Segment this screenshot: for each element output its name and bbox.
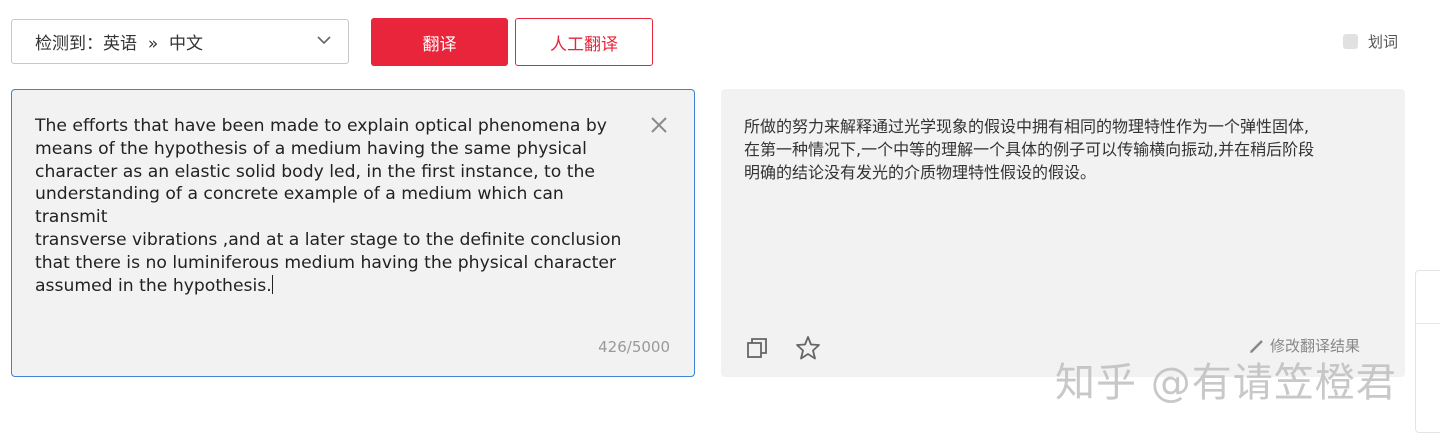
- watermark: 知乎 @有请笠橙君: [1055, 360, 1397, 406]
- source-line: character as an elastic solid body led, …: [35, 161, 595, 182]
- translation-panel: 所做的努力来解释通过光学现象的假设中拥有相同的物理特性作为一个弹性固体, 在第一…: [721, 89, 1405, 377]
- word-pick-label: 划词: [1368, 33, 1399, 51]
- word-pick-checkbox[interactable]: [1343, 34, 1358, 49]
- close-icon[interactable]: [648, 114, 670, 136]
- chevron-down-icon: [317, 36, 331, 45]
- source-line: means of the hypothesis of a medium havi…: [35, 138, 587, 159]
- char-count: 426/5000: [598, 338, 670, 356]
- source-text[interactable]: The efforts that have been made to expla…: [35, 115, 635, 297]
- translation-line: 明确的结论没有发光的介质物理特性假设的假设。: [744, 163, 1097, 182]
- source-line: understanding of a concrete example of a…: [35, 184, 564, 228]
- translate-button[interactable]: 翻译: [371, 18, 508, 66]
- language-selector-text: 检测到：英语 » 中文: [35, 34, 204, 54]
- source-line: transverse vibrations ,and at a later st…: [35, 229, 622, 250]
- word-pick-toggle[interactable]: 划词: [1343, 31, 1398, 52]
- human-translate-button[interactable]: 人工翻译: [515, 18, 653, 66]
- translation-line: 在第一种情况下,一个中等的理解一个具体的例子可以传输横向振动,并在稍后阶段: [744, 140, 1315, 159]
- source-line: The efforts that have been made to expla…: [35, 116, 607, 136]
- side-tab-divider: [1416, 323, 1440, 324]
- side-feedback-tab[interactable]: [1415, 270, 1440, 433]
- star-icon[interactable]: [795, 335, 821, 361]
- language-selector[interactable]: 检测到：英语 » 中文: [11, 19, 349, 64]
- text-caret: [271, 274, 273, 294]
- source-line-last: assumed in the hypothesis.: [35, 274, 273, 296]
- translation-text: 所做的努力来解释通过光学现象的假设中拥有相同的物理特性作为一个弹性固体, 在第一…: [744, 115, 1374, 184]
- source-line: that there is no luminiferous medium hav…: [35, 252, 617, 273]
- translation-line: 所做的努力来解释通过光学现象的假设中拥有相同的物理特性作为一个弹性固体,: [744, 117, 1310, 136]
- copy-icon[interactable]: [745, 336, 769, 360]
- source-textarea[interactable]: The efforts that have been made to expla…: [11, 89, 695, 377]
